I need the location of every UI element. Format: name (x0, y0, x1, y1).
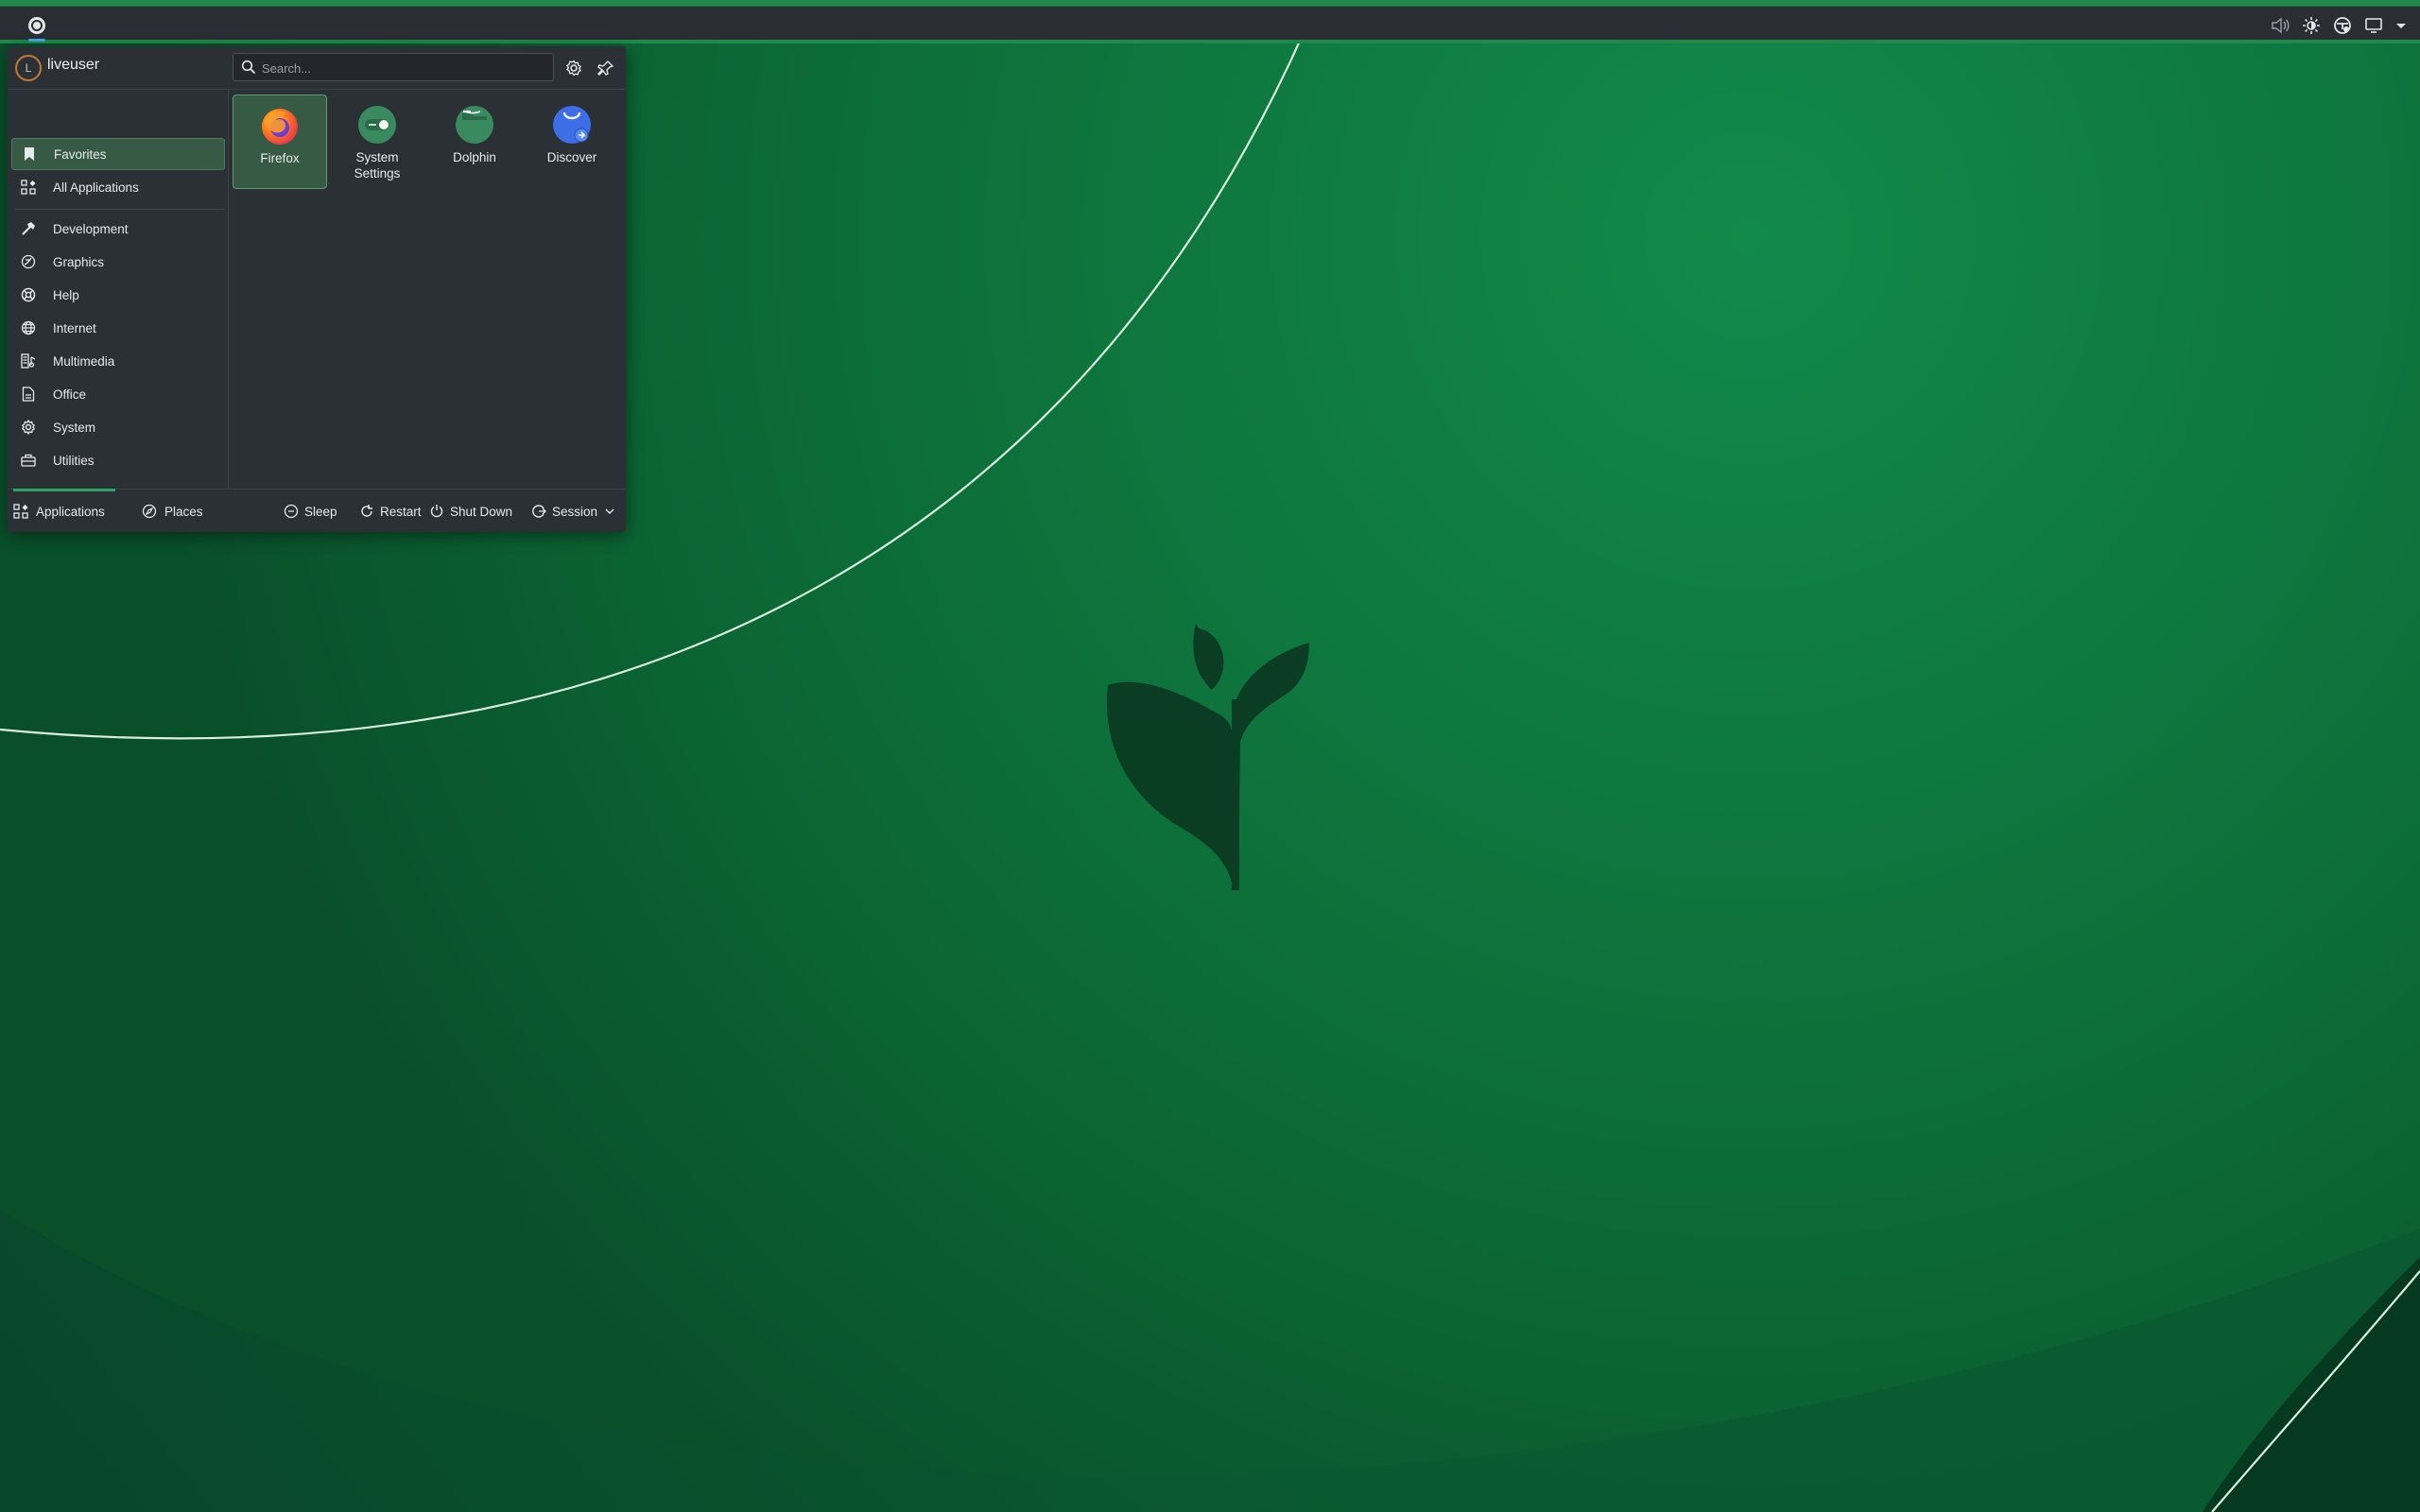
restart-icon (361, 505, 372, 517)
chevron-down-icon (605, 508, 614, 514)
sidebar-item-office[interactable]: Office (11, 378, 225, 410)
sidebar-item-system[interactable]: System (11, 411, 225, 443)
launcher-header: L liveuser (8, 46, 626, 90)
sidebar-item-label: All Applications (53, 180, 139, 195)
session-icon (532, 505, 546, 518)
app-label: Dolphin (453, 150, 496, 164)
gear-icon (19, 418, 38, 437)
hammer-icon (19, 219, 38, 238)
sidebar-item-label: Favorites (54, 146, 107, 162)
category-sidebar: Favorites All Applications Development G… (8, 90, 229, 489)
dolphin-folder-icon (456, 106, 493, 144)
sidebar-item-development[interactable]: Development (11, 213, 225, 245)
app-label: System Settings (354, 150, 401, 180)
application-launcher-button[interactable] (21, 11, 53, 42)
compass-icon (142, 504, 157, 519)
search-icon (241, 60, 256, 75)
sidebar-item-graphics[interactable]: Graphics (11, 246, 225, 278)
sleep-button[interactable]: Sleep (284, 490, 337, 532)
graphics-icon (19, 252, 38, 271)
tray-expand-icon[interactable] (2395, 21, 2407, 30)
network-icon[interactable] (2333, 16, 2352, 35)
sidebar-item-help[interactable]: Help (11, 279, 225, 311)
tab-places[interactable]: Places (142, 490, 203, 532)
lifebuoy-icon (19, 285, 38, 304)
sidebar-item-label: Office (53, 387, 87, 402)
gear-icon (565, 60, 582, 77)
sidebar-divider (15, 209, 225, 210)
brightness-icon[interactable] (2303, 17, 2320, 34)
app-firefox[interactable]: Firefox (233, 94, 327, 189)
sidebar-item-internet[interactable]: Internet (11, 312, 225, 344)
sidebar-item-label: System (53, 420, 96, 435)
avatar[interactable]: L (15, 55, 42, 81)
pin-icon (597, 60, 614, 76)
active-indicator (28, 39, 45, 42)
discover-bag-icon (553, 106, 591, 144)
app-label: Discover (546, 150, 597, 164)
grid-icon (19, 178, 38, 197)
power-icon (430, 505, 443, 518)
shutdown-label: Shut Down (450, 504, 513, 519)
sidebar-item-all-applications[interactable]: All Applications (11, 171, 225, 203)
pin-button[interactable] (594, 56, 618, 80)
sidebar-item-label: Utilities (53, 453, 95, 468)
app-dolphin[interactable]: Dolphin (427, 94, 522, 189)
sidebar-item-label: Development (53, 221, 129, 236)
sidebar-item-label: Internet (53, 320, 96, 335)
restart-button[interactable]: Restart (359, 490, 422, 532)
firefox-icon (262, 109, 298, 145)
display-icon[interactable] (2365, 18, 2382, 33)
sleep-label: Sleep (304, 504, 337, 519)
avatar-initial: L (25, 61, 32, 75)
sidebar-item-label: Help (53, 287, 79, 302)
settings-toggle-icon (358, 106, 396, 144)
configure-button[interactable] (562, 56, 586, 80)
bookmark-icon (20, 145, 39, 163)
tab-applications[interactable]: Applications (13, 489, 115, 532)
volume-muted-icon[interactable] (2271, 17, 2290, 34)
username: liveuser (47, 57, 100, 73)
sidebar-item-utilities[interactable]: Utilities (11, 444, 225, 476)
app-discover[interactable]: Discover (525, 94, 619, 189)
app-label: Firefox (260, 151, 300, 165)
shutdown-button[interactable]: Shut Down (429, 490, 512, 532)
sidebar-item-label: Graphics (53, 254, 105, 269)
session-label: Session (552, 504, 598, 519)
grid-icon (13, 504, 28, 519)
launcher-footer: Applications Places Sleep Restart Shut D… (8, 489, 626, 532)
sidebar-item-multimedia[interactable]: Multimedia (11, 345, 225, 377)
tab-label: Applications (36, 504, 105, 519)
search-field[interactable] (233, 53, 554, 82)
app-system-settings[interactable]: System Settings (330, 94, 424, 189)
launcher-icon (28, 17, 45, 34)
session-button[interactable]: Session (531, 490, 614, 532)
favorites-grid: Firefox System Settings Dolphin Discover (233, 94, 622, 484)
restart-label: Restart (380, 504, 422, 519)
system-tray (2271, 11, 2407, 40)
sleep-icon (284, 504, 299, 519)
sidebar-item-label: Multimedia (53, 353, 115, 369)
top-panel (0, 0, 2420, 43)
application-launcher-menu: L liveuser Favorites All Applications De… (8, 46, 626, 532)
document-icon (19, 385, 38, 404)
tab-label: Places (164, 504, 203, 519)
globe-icon (19, 318, 38, 337)
search-input[interactable] (260, 54, 547, 82)
toolbox-icon (19, 451, 38, 470)
sidebar-item-favorites[interactable]: Favorites (11, 138, 225, 170)
multimedia-icon (19, 352, 38, 370)
